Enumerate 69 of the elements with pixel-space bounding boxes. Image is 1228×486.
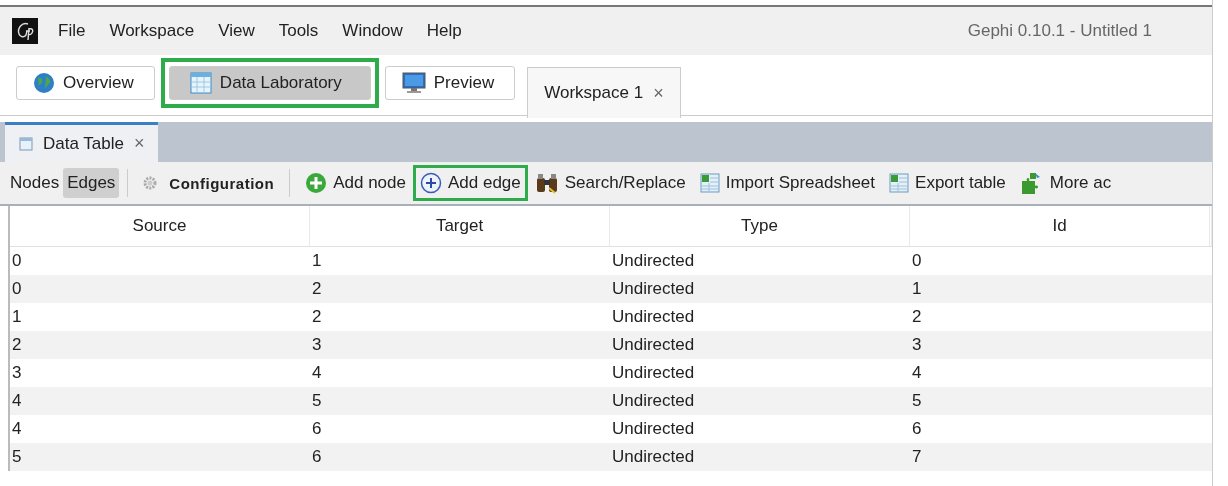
table-cell-text: 2 <box>311 307 323 327</box>
table-cell-text: Undirected <box>611 307 696 327</box>
table-icon <box>189 72 212 94</box>
plus-circle-icon <box>419 172 442 194</box>
window-title: Gephi 0.10.1 - Untitled 1 <box>967 21 1152 41</box>
table-cell-text: 5 <box>11 447 23 467</box>
table-cell-text: 6 <box>911 419 923 439</box>
toolbar-button[interactable]: Export table <box>887 173 1008 193</box>
data-table-tab[interactable]: Data Table × <box>5 122 159 162</box>
perspective-button[interactable]: Data Laboratory <box>168 66 371 100</box>
table-cell-text: Undirected <box>611 447 696 467</box>
column-header[interactable]: Type <box>610 206 910 246</box>
table-cell-text: Undirected <box>611 251 696 271</box>
table-cell-text: 5 <box>911 391 923 411</box>
table-cell-text: 2 <box>911 307 923 327</box>
table-cell-text: 1 <box>911 279 923 299</box>
table-cell-text: 2 <box>11 335 23 355</box>
table-icon <box>19 136 33 151</box>
workspace-tab[interactable]: Workspace 1 × <box>527 67 681 118</box>
table-cell-text: Undirected <box>611 279 696 299</box>
table-cell-text: 0 <box>11 279 23 299</box>
perspective-button[interactable]: Preview <box>384 66 516 100</box>
menu-item[interactable]: Tools <box>278 21 319 41</box>
menu-item[interactable]: File <box>58 21 86 41</box>
menu-item[interactable]: View <box>218 21 255 41</box>
table-cell-text: 2 <box>311 279 323 299</box>
close-icon[interactable]: × <box>653 82 664 104</box>
column-header[interactable]: Target <box>310 206 610 246</box>
close-icon[interactable]: × <box>133 133 145 154</box>
table-cell-text: 0 <box>11 251 23 271</box>
table-cell-text: 4 <box>11 419 23 439</box>
menu-item[interactable]: Workspace <box>109 21 195 41</box>
column-header[interactable]: Id <box>910 206 1210 246</box>
toolbar-button[interactable]: More ac <box>1017 171 1114 195</box>
table-cell-text: Undirected <box>611 419 696 439</box>
app-logo-icon <box>12 18 38 44</box>
table-cell-text: 6 <box>311 447 323 467</box>
column-header[interactable]: Source <box>10 206 310 246</box>
table-cell-text: Undirected <box>611 391 696 411</box>
binoculars-icon <box>534 172 559 194</box>
table-cell-text: 6 <box>311 419 323 439</box>
monitor-icon <box>401 72 426 94</box>
toolbar-button[interactable]: Search/Replace <box>532 172 688 194</box>
spreadsheet-icon <box>889 173 910 193</box>
table-cell-text: 0 <box>911 251 923 271</box>
table-cell-text: 1 <box>311 251 323 271</box>
table-cell-text: Undirected <box>611 335 696 355</box>
table-cell-text: 4 <box>311 363 323 383</box>
table-cell-text: 3 <box>11 363 23 383</box>
menu-item[interactable]: Window <box>342 21 403 41</box>
table-cell-text: 5 <box>311 391 323 411</box>
perspective-button[interactable]: Overview <box>16 66 155 100</box>
toolbar-button[interactable]: Import Spreadsheet <box>697 173 878 193</box>
table-cell-text: 3 <box>311 335 323 355</box>
toolbar-button[interactable]: Add node <box>303 172 408 194</box>
table-cell-text: 4 <box>11 391 23 411</box>
table-cell-text: 7 <box>911 447 923 467</box>
spreadsheet-icon <box>699 173 720 193</box>
plus-circle-icon <box>305 172 328 194</box>
globe-icon <box>33 72 55 94</box>
view-toggle-button[interactable]: Edges <box>63 168 120 198</box>
table-cell-text: 4 <box>911 363 923 383</box>
toolbar-button[interactable]: Configuration <box>141 174 277 192</box>
view-toggle-button[interactable]: Nodes <box>6 168 64 198</box>
table-cell-text: 1 <box>11 307 23 327</box>
gear-icon <box>143 176 158 190</box>
menu-item[interactable]: Help <box>426 21 462 41</box>
table-cell-text: 3 <box>911 335 923 355</box>
table-cell-text: Undirected <box>611 363 696 383</box>
